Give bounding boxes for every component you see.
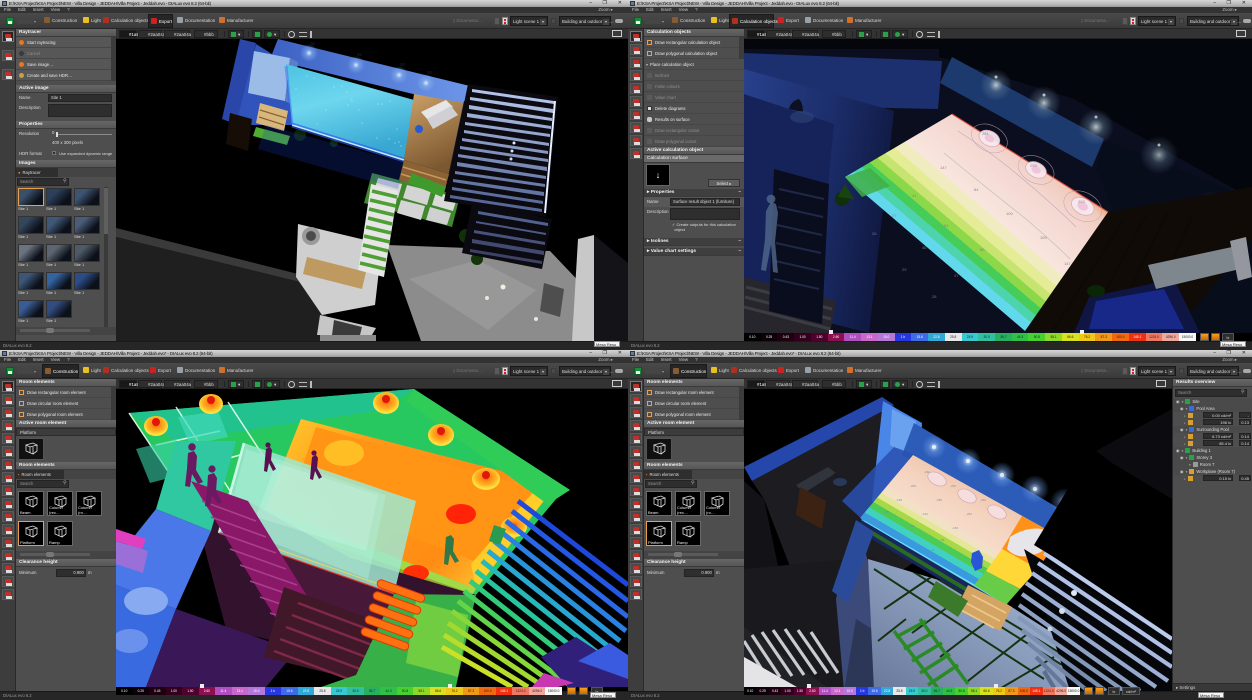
svg-text:28: 28: [932, 294, 937, 299]
svg-text:41: 41: [912, 193, 917, 198]
svg-text:84: 84: [974, 187, 979, 192]
svg-text:80: 80: [980, 247, 985, 252]
svg-text:47: 47: [954, 273, 959, 278]
svg-text:-158: -158: [896, 498, 902, 502]
svg-text:-290: -290: [980, 498, 986, 502]
svg-text:100: 100: [1006, 211, 1013, 216]
svg-text:-86: -86: [940, 538, 945, 542]
svg-text:29: 29: [902, 267, 907, 272]
svg-text:-162: -162: [922, 512, 928, 516]
svg-text:293: 293: [1030, 163, 1037, 168]
svg-text:-88: -88: [884, 510, 889, 514]
svg-text:-292: -292: [924, 470, 930, 474]
svg-text:26: 26: [872, 231, 877, 236]
svg-text:-250: -250: [910, 484, 916, 488]
svg-text:-47: -47: [900, 534, 905, 538]
svg-text:84: 84: [944, 223, 949, 228]
svg-text:-84: -84: [910, 524, 915, 528]
svg-text:-296: -296: [950, 484, 956, 488]
svg-text:-252: -252: [966, 512, 972, 516]
svg-text:27: 27: [892, 213, 897, 218]
svg-text:293: 293: [1078, 199, 1085, 204]
svg-text:281: 281: [982, 131, 989, 136]
svg-text:159: 159: [1040, 235, 1047, 240]
svg-text:46: 46: [922, 245, 927, 250]
svg-text:-45: -45: [874, 520, 879, 524]
svg-text:147: 147: [1064, 261, 1071, 266]
svg-text:-258: -258: [936, 498, 942, 502]
svg-text:147: 147: [940, 165, 947, 170]
svg-text:-44: -44: [930, 548, 935, 552]
svg-text:-156: -156: [952, 526, 958, 530]
